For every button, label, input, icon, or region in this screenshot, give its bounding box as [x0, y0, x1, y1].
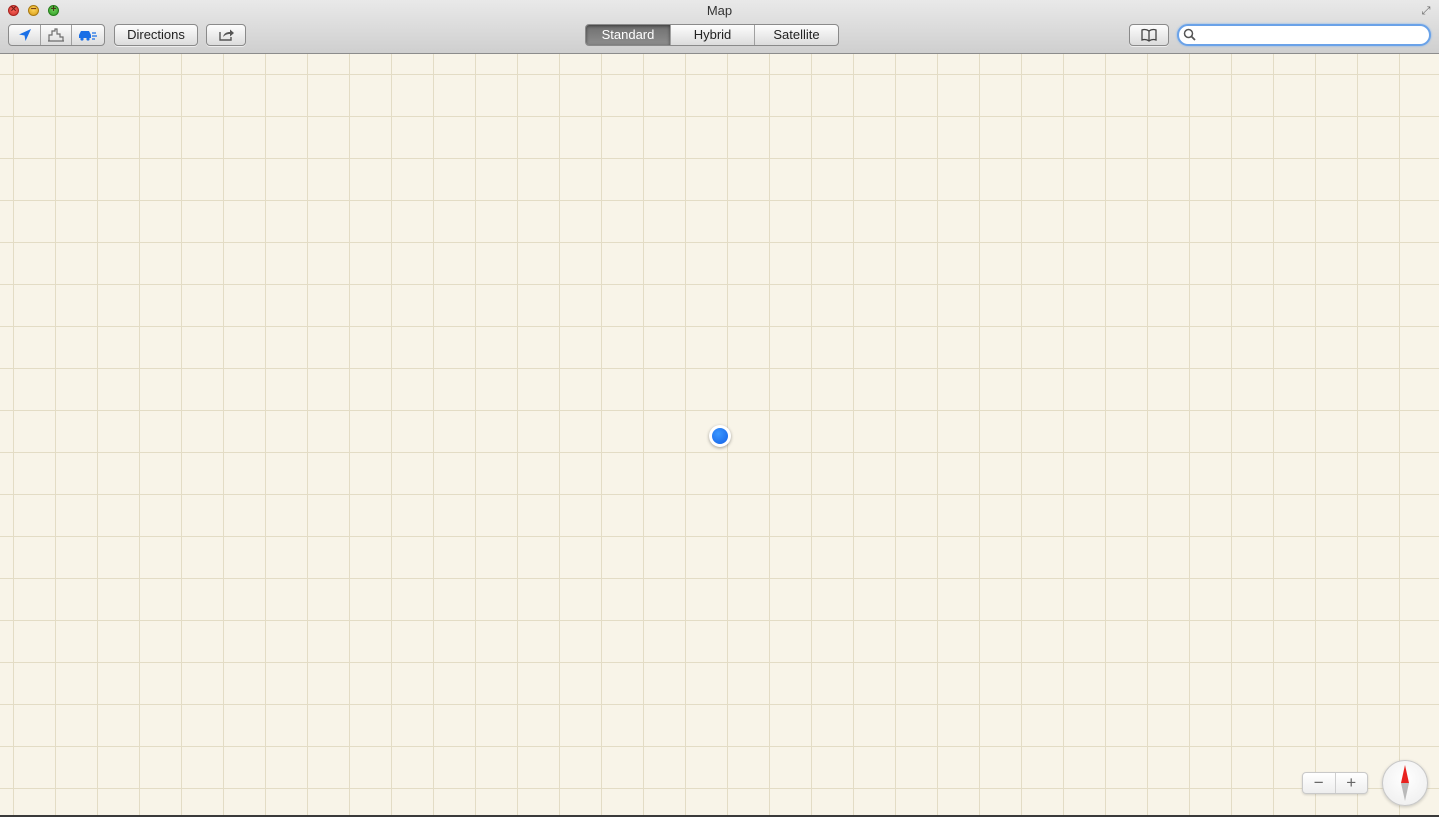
- toolbar: × − + Map ⤢ Directions Standard Hybrid S…: [0, 0, 1439, 54]
- maps-window: × − + Map ⤢ Directions Standard Hybrid S…: [0, 0, 1439, 817]
- map-type-satellite[interactable]: Satellite: [755, 25, 838, 45]
- window-title: Map: [706, 3, 733, 18]
- directions-button[interactable]: Directions: [114, 24, 198, 46]
- user-location-marker[interactable]: [709, 425, 731, 447]
- traffic-car-icon: [79, 31, 97, 41]
- search-icon: [1183, 28, 1196, 41]
- map-type-segmented: Standard Hybrid Satellite: [585, 24, 839, 46]
- zoom-control: − +: [1302, 772, 1368, 794]
- view-options-segmented: [8, 24, 105, 46]
- zoom-in-button[interactable]: +: [1336, 773, 1368, 793]
- fullscreen-icon[interactable]: ⤢: [1419, 4, 1433, 18]
- share-icon: [219, 29, 234, 41]
- 3d-view-button[interactable]: [41, 25, 72, 45]
- buildings-3d-icon: [48, 28, 64, 42]
- bookmarks-button[interactable]: [1129, 24, 1169, 46]
- search-input[interactable]: [1199, 27, 1425, 43]
- map-type-hybrid[interactable]: Hybrid: [671, 25, 755, 45]
- share-button[interactable]: [206, 24, 246, 46]
- location-arrow-icon: [18, 29, 31, 41]
- compass-button[interactable]: [1382, 760, 1428, 806]
- current-location-button[interactable]: [9, 25, 41, 45]
- search-field[interactable]: [1177, 24, 1431, 46]
- compass-icon: [1401, 765, 1409, 801]
- bookmarks-book-icon: [1141, 28, 1157, 42]
- map-type-standard[interactable]: Standard: [586, 25, 671, 45]
- zoom-out-button[interactable]: −: [1303, 773, 1336, 793]
- traffic-button[interactable]: [72, 25, 104, 45]
